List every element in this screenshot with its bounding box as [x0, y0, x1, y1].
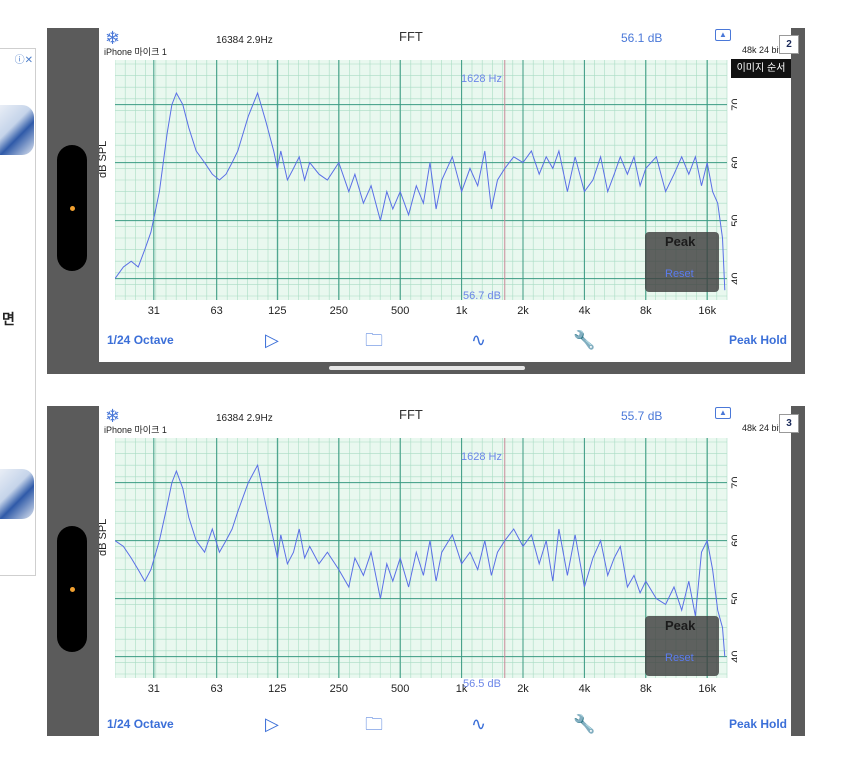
bottom-toolbar: 1/24 Octave ▷ 🗀 ∿ 🔧 Peak Hold	[99, 712, 791, 736]
cursor-db: 56.7 dB	[463, 290, 501, 302]
x-tick-label: 250	[330, 305, 348, 317]
x-tick-label: 2k	[517, 305, 529, 317]
peak-panel[interactable]: Peak Reset	[645, 232, 719, 292]
side-handle	[57, 145, 87, 271]
x-tick-label: 500	[391, 305, 409, 317]
x-tick-label: 2k	[517, 683, 529, 695]
spectrum-chart: 4050607031 63 125 250 500 1k 2k 4k 8k 16k	[114, 438, 742, 695]
x-tick-label: 8k	[640, 305, 652, 317]
y-axis-label: dB SPL	[99, 140, 109, 178]
play-icon[interactable]: ▷	[265, 330, 279, 350]
spectrum-plot[interactable]: 40 50 60 70 31 63 125 250 500 1k 2k 4k 8k 16k dB SPL …	[99, 438, 742, 700]
y-tick-label: 60	[730, 534, 737, 546]
play-icon[interactable]: ▷	[265, 714, 279, 734]
side-advertisement[interactable]: ⓘ✕ 면	[0, 48, 36, 576]
page-number-badge: 3	[779, 414, 799, 433]
cursor-db: 56.5 dB	[463, 678, 501, 690]
y-tick-label: 50	[730, 214, 737, 226]
phone-frame: ❄ iPhone 마이크 1 16384 2.9Hz FFT 56.1 dB ▲…	[47, 28, 805, 374]
y-axis-label: dB SPL	[99, 518, 109, 556]
image-icon[interactable]: ▲	[715, 29, 731, 41]
x-tick-label: 500	[391, 683, 409, 695]
fft-title: FFT	[399, 29, 423, 44]
level-readout: 56.1 dB	[621, 31, 663, 45]
info-close-icon[interactable]: ⓘ✕	[15, 51, 33, 66]
y-tick-label: 40	[730, 650, 737, 662]
image-order-tooltip: 이미지 순서 ON	[731, 59, 791, 93]
x-tick-label: 1k	[456, 305, 468, 317]
header-bar: ❄ iPhone 마이크 1 16384 2.9Hz FFT 55.7 dB ▲…	[99, 406, 791, 438]
analyzer-screen: ❄ iPhone 마이크 1 16384 2.9Hz FFT 56.1 dB ▲…	[99, 28, 791, 362]
home-indicator	[329, 366, 525, 370]
folder-icon[interactable]: 🗀	[365, 714, 383, 734]
x-tick-label: 125	[268, 683, 286, 695]
y-tick-label: 70	[730, 476, 737, 488]
status-dot	[70, 587, 75, 592]
ad-shoe-image	[0, 469, 34, 519]
header-bar: ❄ iPhone 마이크 1 16384 2.9Hz FFT 56.1 dB ▲…	[99, 28, 791, 60]
x-tick-label: 125	[268, 305, 286, 317]
x-tick-label: 16k	[698, 683, 716, 695]
x-tick-label: 16k	[698, 305, 716, 317]
analyzer-screen: ❄ iPhone 마이크 1 16384 2.9Hz FFT 55.7 dB ▲…	[99, 406, 791, 736]
wrench-icon[interactable]: 🔧	[573, 714, 595, 734]
x-tick-label: 8k	[640, 683, 652, 695]
y-tick-label: 50	[730, 592, 737, 604]
peak-label: Peak	[665, 234, 696, 249]
peak-panel[interactable]: Peak Reset	[645, 616, 719, 676]
x-tick-label: 31	[148, 305, 160, 317]
ad-text: 면	[2, 311, 15, 327]
y-tick-label: 70	[730, 98, 737, 110]
page-number-badge: 2	[779, 35, 799, 54]
level-readout: 55.7 dB	[621, 409, 663, 423]
peak-hold-button[interactable]: Peak Hold	[729, 333, 787, 347]
reset-button[interactable]: Reset	[665, 268, 694, 280]
fft-info: 16384 2.9Hz	[216, 413, 273, 424]
bottom-toolbar: 1/24 Octave ▷ 🗀 ∿ 🔧 Peak Hold	[99, 328, 791, 354]
peak-frequency: 1628 Hz	[461, 73, 502, 85]
ad-shoe-image	[0, 105, 34, 155]
y-tick-label: 40	[730, 272, 737, 284]
side-handle	[57, 526, 87, 652]
x-tick-label: 63	[211, 683, 223, 695]
peak-frequency: 1628 Hz	[461, 451, 502, 463]
sample-rate: 48k 24 bit	[741, 423, 781, 433]
sample-rate: 48k 24 bit	[741, 45, 781, 55]
peak-hold-button[interactable]: Peak Hold	[729, 717, 787, 731]
mic-label: iPhone 마이크 1	[104, 47, 167, 57]
phone-frame: ❄ iPhone 마이크 1 16384 2.9Hz FFT 55.7 dB ▲…	[47, 406, 805, 736]
x-tick-label: 63	[211, 305, 223, 317]
x-tick-label: 31	[148, 683, 160, 695]
peak-label: Peak	[665, 618, 696, 633]
x-tick-label: 4k	[579, 683, 591, 695]
folder-icon[interactable]: 🗀	[365, 330, 383, 350]
waveform-icon[interactable]: ∿	[471, 330, 486, 350]
x-tick-label: 4k	[579, 305, 591, 317]
y-tick-label: 60	[730, 156, 737, 168]
waveform-icon[interactable]: ∿	[471, 714, 486, 734]
status-dot	[70, 206, 75, 211]
mic-label: iPhone 마이크 1	[104, 425, 167, 435]
octave-button[interactable]: 1/24 Octave	[107, 333, 174, 347]
fft-title: FFT	[399, 407, 423, 422]
reset-button[interactable]: Reset	[665, 652, 694, 664]
x-tick-label: 250	[330, 683, 348, 695]
spectrum-chart: 40 50 60 70 31 63 125 250 500 1k 2k 4k 8k 16k	[114, 60, 742, 317]
octave-button[interactable]: 1/24 Octave	[107, 717, 174, 731]
fft-info: 16384 2.9Hz	[216, 35, 273, 46]
image-icon[interactable]: ▲	[715, 407, 731, 419]
wrench-icon[interactable]: 🔧	[573, 330, 595, 350]
spectrum-plot[interactable]: 40 50 60 70 31 63 125 250 500 1k 2k 4k 8k 16k dB SPL …	[99, 60, 742, 322]
